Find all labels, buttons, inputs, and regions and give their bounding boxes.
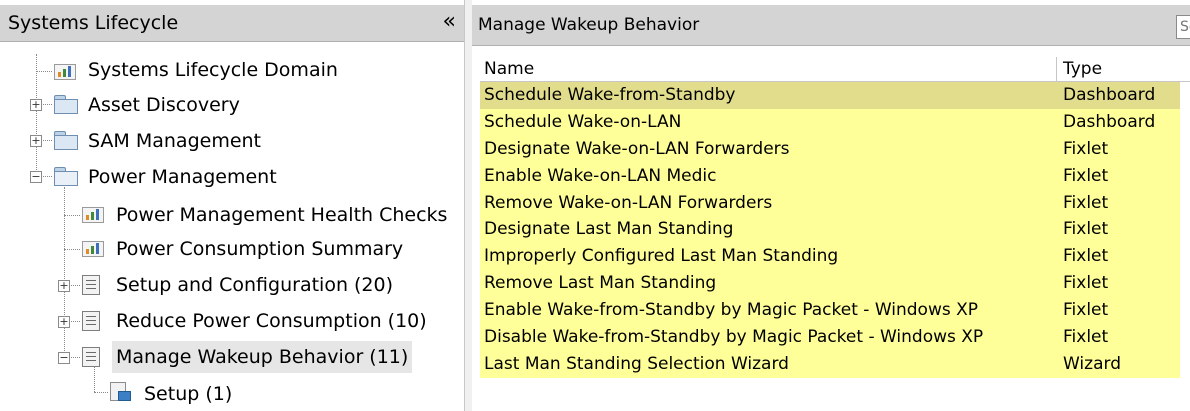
content-header: Manage Wakeup Behavior xyxy=(472,5,1190,46)
tree-item-reduce-power-consumption[interactable]: Reduce Power Consumption (10) xyxy=(0,305,464,337)
row-type: Dashboard xyxy=(1063,85,1156,105)
table-row[interactable]: Last Man Standing Selection Wizard Wizar… xyxy=(480,351,1180,378)
table-body: Schedule Wake-from-Standby Dashboard Sch… xyxy=(480,82,1180,378)
row-name: Schedule Wake-from-Standby xyxy=(484,85,736,105)
tree-item-label: Reduce Power Consumption (10) xyxy=(116,310,427,332)
document-icon xyxy=(110,382,132,402)
tree-item-power-management-health-checks[interactable]: Power Management Health Checks xyxy=(0,199,464,231)
tree-item-label: Power Management Health Checks xyxy=(116,204,448,226)
tree-item-setup[interactable]: Setup (1) xyxy=(0,378,464,410)
list-icon xyxy=(82,311,100,331)
table-row[interactable]: Schedule Wake-from-Standby Dashboard xyxy=(480,82,1180,109)
row-name: Schedule Wake-on-LAN xyxy=(484,111,682,132)
left-navigation-panel: Systems Lifecycle « + + − + + − Systems … xyxy=(0,0,464,411)
search-input[interactable] xyxy=(1176,15,1190,39)
row-name: Enable Wake-from-Standby by Magic Packet… xyxy=(484,300,979,321)
row-name: Enable Wake-on-LAN Medic xyxy=(484,165,717,186)
tree-item-asset-discovery[interactable]: Asset Discovery xyxy=(0,89,464,121)
table-header: Name Type xyxy=(480,55,1190,82)
row-type: Fixlet xyxy=(1063,246,1109,267)
column-header-name[interactable]: Name xyxy=(484,55,534,83)
table-row[interactable]: Remove Last Man Standing Fixlet xyxy=(480,270,1180,297)
row-name: Designate Last Man Standing xyxy=(484,219,734,240)
tree-item-manage-wakeup-behavior[interactable]: Manage Wakeup Behavior (11) xyxy=(0,341,464,373)
table-row[interactable]: Designate Last Man Standing Fixlet xyxy=(480,216,1180,243)
row-name: Designate Wake-on-LAN Forwarders xyxy=(484,138,790,159)
folder-icon xyxy=(54,95,78,114)
collapse-panel-button[interactable]: « xyxy=(443,5,456,39)
row-name: Remove Wake-on-LAN Forwarders xyxy=(484,192,773,213)
table-row[interactable]: Enable Wake-on-LAN Medic Fixlet xyxy=(480,163,1180,190)
list-icon xyxy=(82,275,100,295)
tree-item-label: Systems Lifecycle Domain xyxy=(88,59,338,81)
items-table: Name Type Schedule Wake-from-Standby Das… xyxy=(480,55,1190,378)
row-name: Improperly Configured Last Man Standing xyxy=(484,246,839,267)
tree-item-sam-management[interactable]: SAM Management xyxy=(0,125,464,157)
table-row[interactable]: Designate Wake-on-LAN Forwarders Fixlet xyxy=(480,136,1180,163)
column-header-type[interactable]: Type xyxy=(1063,55,1102,83)
row-type: Fixlet xyxy=(1063,192,1109,213)
row-type: Fixlet xyxy=(1063,165,1109,186)
table-row[interactable]: Schedule Wake-on-LAN Dashboard xyxy=(480,109,1180,136)
tree-item-label: Power Consumption Summary xyxy=(116,238,404,260)
tree-item-setup-and-configuration[interactable]: Setup and Configuration (20) xyxy=(0,269,464,301)
panel-header: Systems Lifecycle « xyxy=(0,5,464,42)
row-type: Fixlet xyxy=(1063,219,1109,240)
tree-item-power-management[interactable]: Power Management xyxy=(0,161,464,193)
row-name: Remove Last Man Standing xyxy=(484,273,717,294)
table-row[interactable]: Improperly Configured Last Man Standing … xyxy=(480,243,1180,270)
column-divider[interactable] xyxy=(1056,57,1057,81)
chart-icon xyxy=(82,241,104,257)
row-type: Wizard xyxy=(1063,353,1121,374)
list-icon xyxy=(82,347,100,367)
chart-icon xyxy=(82,207,104,223)
table-row[interactable]: Enable Wake-from-Standby by Magic Packet… xyxy=(480,297,1180,324)
content-title: Manage Wakeup Behavior xyxy=(478,15,700,35)
row-type: Fixlet xyxy=(1063,327,1109,348)
tree-item-label: Manage Wakeup Behavior (11) xyxy=(112,341,413,373)
row-type: Fixlet xyxy=(1063,273,1109,294)
tree-item-label: Power Management xyxy=(88,166,277,188)
chart-icon xyxy=(54,64,76,80)
tree-item-label: SAM Management xyxy=(88,130,262,152)
folder-open-icon xyxy=(54,167,78,186)
content-panel: Manage Wakeup Behavior Name Type Schedul… xyxy=(472,0,1190,411)
tree-item-power-consumption-summary[interactable]: Power Consumption Summary xyxy=(0,233,464,265)
tree-item-label: Setup and Configuration (20) xyxy=(116,274,394,296)
folder-icon xyxy=(54,131,78,150)
row-type: Fixlet xyxy=(1063,300,1109,321)
navigation-tree: + + − + + − Systems Lifecycle Domain Ass… xyxy=(0,42,464,411)
table-row[interactable]: Remove Wake-on-LAN Forwarders Fixlet xyxy=(480,190,1180,217)
tree-item-label: Asset Discovery xyxy=(88,94,240,116)
row-name: Last Man Standing Selection Wizard xyxy=(484,353,789,374)
tree-item-label: Setup (1) xyxy=(144,383,233,405)
pane-splitter[interactable] xyxy=(464,0,472,411)
row-name: Disable Wake-from-Standby by Magic Packe… xyxy=(484,327,984,348)
panel-title: Systems Lifecycle xyxy=(8,12,179,34)
tree-item-systems-lifecycle-domain[interactable]: Systems Lifecycle Domain xyxy=(0,56,464,88)
table-row[interactable]: Disable Wake-from-Standby by Magic Packe… xyxy=(480,324,1180,351)
row-type: Dashboard xyxy=(1063,111,1156,132)
row-type: Fixlet xyxy=(1063,138,1109,159)
